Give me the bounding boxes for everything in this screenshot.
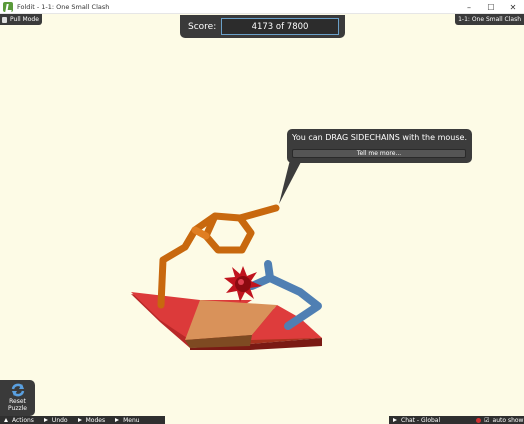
arrow-right-icon <box>43 418 48 422</box>
actions-menu-button[interactable]: Actions <box>0 417 40 424</box>
arrow-up-icon <box>4 418 8 422</box>
modes-label: Modes <box>85 416 106 424</box>
auto-show-checkbox[interactable]: ☑ <box>484 417 489 424</box>
chat-bar: Chat - Global ☑ auto show <box>389 416 524 424</box>
tell-me-more-button[interactable]: Tell me more... <box>292 149 466 158</box>
chat-global-button[interactable]: Chat - Global <box>389 417 440 424</box>
undo-label: Undo <box>51 416 68 424</box>
undo-menu-button[interactable]: Undo <box>40 417 74 424</box>
clash-indicator <box>224 266 262 302</box>
menu-label: Menu <box>123 416 140 424</box>
actions-label: Actions <box>12 416 34 424</box>
arrow-right-icon <box>77 418 82 422</box>
chat-status-icon <box>476 417 482 423</box>
arrow-right-icon <box>115 418 120 422</box>
reset-label-line2: Puzzle <box>8 405 27 412</box>
tooltip-pointer <box>279 160 302 204</box>
tutorial-tooltip: You can DRAG SIDECHAINS with the mouse. … <box>287 129 472 163</box>
reset-label-line1: Reset <box>9 398 26 405</box>
reset-puzzle-button[interactable]: Reset Puzzle <box>0 380 35 416</box>
bottom-menu-bar: Actions Undo Modes Menu <box>0 416 165 424</box>
auto-show-label: auto show <box>492 416 524 424</box>
chat-label: Chat - Global <box>401 416 441 424</box>
menu-button[interactable]: Menu <box>111 417 145 424</box>
orange-sidechain[interactable] <box>157 204 280 309</box>
arrow-right-icon <box>393 418 397 422</box>
reset-icon <box>11 383 24 397</box>
protein-viewport[interactable] <box>0 0 524 424</box>
modes-menu-button[interactable]: Modes <box>74 417 111 424</box>
tooltip-text: You can DRAG SIDECHAINS with the mouse. <box>292 133 467 142</box>
